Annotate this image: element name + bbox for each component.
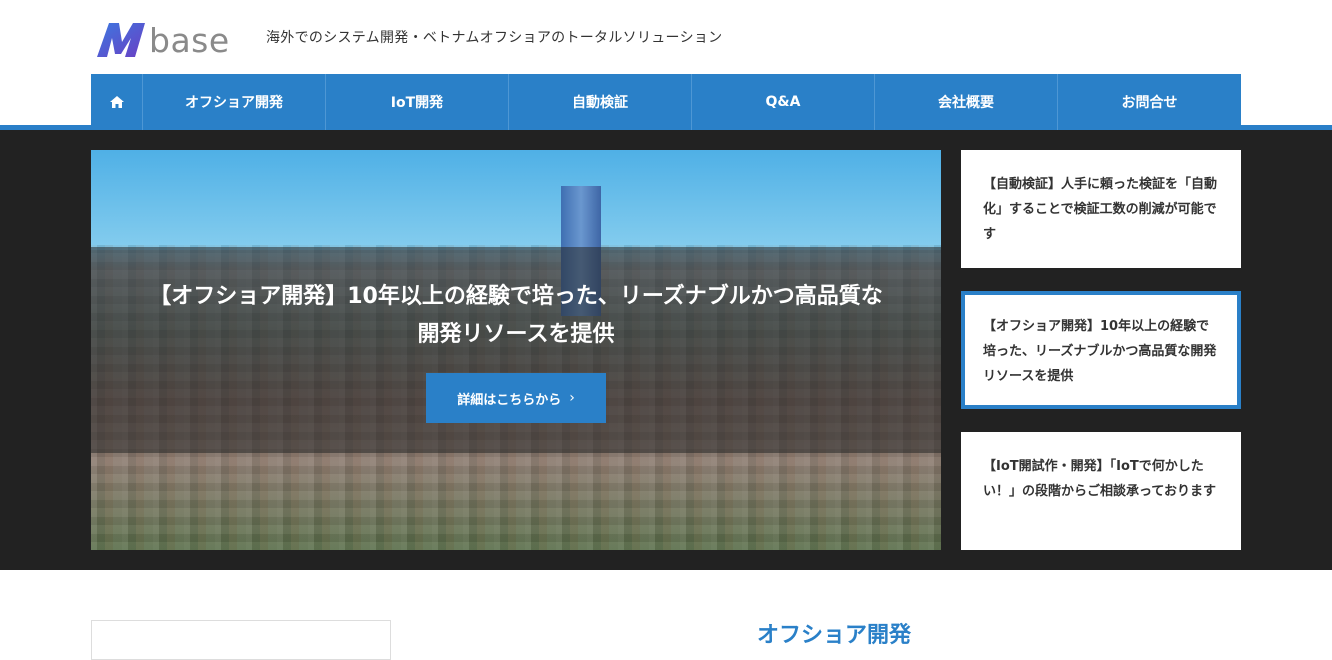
side-card-iot[interactable]: 【IoT開試作・開発】「IoTで何かしたい！」の段階からご相談承っております — [961, 432, 1241, 550]
logo-wordmark: base — [149, 21, 230, 60]
nav-item-qa[interactable]: Q&A — [692, 74, 875, 130]
nav-item-iot[interactable]: IoT開発 — [326, 74, 509, 130]
hero-details-button[interactable]: 詳細はこちらから › — [426, 373, 606, 423]
side-card-auto-test[interactable]: 【自動検証】人手に頼った検証を「自動化」することで検証工数の削減が可能です — [961, 150, 1241, 268]
nav-item-company[interactable]: 会社概要 — [875, 74, 1058, 130]
sidebar-box — [91, 620, 391, 660]
global-nav: オフショア開発 IoT開発 自動検証 Q&A 会社概要 お問合せ — [91, 74, 1241, 130]
chevron-right-icon: › — [569, 390, 575, 406]
site-header: base 海外でのシステム開発・ベトナムオフショアのトータルソリューション — [0, 0, 1332, 74]
hero-details-button-label: 詳細はこちらから — [457, 392, 562, 408]
logo-m-mark — [97, 23, 145, 57]
side-card-offshore[interactable]: 【オフショア開発】10年以上の経験で培った、リーズナブルかつ高品質な開発リソース… — [961, 291, 1241, 409]
hero-title: 【オフショア開発】10年以上の経験で培った、リーズナブルかつ高品質な開発リソース… — [149, 284, 883, 347]
home-icon — [109, 96, 124, 108]
nav-item-auto-test[interactable]: 自動検証 — [509, 74, 692, 130]
nav-item-contact[interactable]: お問合せ — [1058, 74, 1241, 130]
nav-item-offshore[interactable]: オフショア開発 — [143, 74, 326, 130]
hero-slide[interactable]: 【オフショア開発】10年以上の経験で培った、リーズナブルかつ高品質な開発リソース… — [91, 150, 941, 550]
section-title: オフショア開発 — [757, 623, 912, 648]
site-tagline: 海外でのシステム開発・ベトナムオフショアのトータルソリューション — [266, 30, 723, 46]
nav-home[interactable] — [91, 74, 143, 130]
site-logo[interactable]: base — [95, 18, 230, 58]
